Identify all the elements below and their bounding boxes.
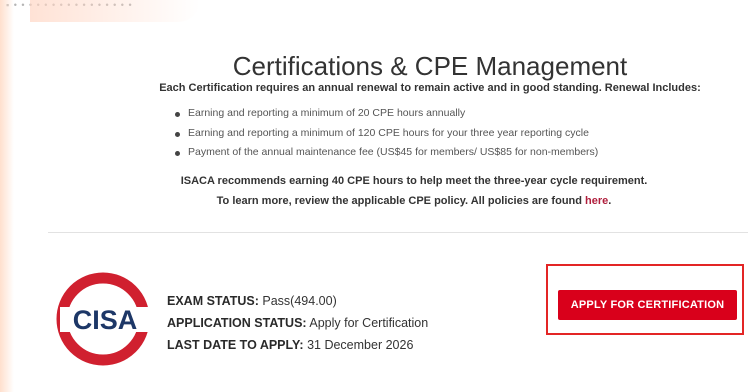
requirement-item: Payment of the annual maintenance fee (U… bbox=[175, 143, 598, 163]
last-date-value: 31 December 2026 bbox=[307, 338, 414, 352]
requirement-item: Earning and reporting a minimum of 20 CP… bbox=[175, 104, 598, 124]
cpe-recommendation: ISACA recommends earning 40 CPE hours to… bbox=[0, 171, 748, 211]
application-status-row: APPLICATION STATUS: Apply for Certificat… bbox=[167, 312, 428, 334]
bullet-dot-icon bbox=[175, 151, 180, 156]
bullet-dot-icon bbox=[175, 131, 180, 137]
bullet-dot-icon bbox=[175, 112, 180, 117]
top-decorative-swoosh bbox=[30, 0, 200, 22]
last-date-row: LAST DATE TO APPLY: 31 December 2026 bbox=[167, 334, 428, 356]
renewal-requirements-list: Earning and reporting a minimum of 20 CP… bbox=[175, 104, 598, 163]
apply-for-certification-button[interactable]: APPLY FOR CERTIFICATION bbox=[558, 290, 737, 320]
application-status-value: Apply for Certification bbox=[309, 316, 429, 330]
application-status-label: APPLICATION STATUS: bbox=[167, 316, 307, 330]
policy-line: To learn more, review the applicable CPE… bbox=[0, 191, 748, 211]
recommendation-line: ISACA recommends earning 40 CPE hours to… bbox=[180, 175, 648, 187]
page-title: Certifications & CPE Management bbox=[232, 51, 628, 82]
requirement-item: Earning and reporting a minimum of 120 C… bbox=[175, 124, 598, 144]
certification-status: EXAM STATUS: Pass(494.00) APPLICATION ST… bbox=[167, 290, 428, 356]
policy-line-text: To learn more, review the applicable CPE… bbox=[216, 195, 586, 207]
exam-status-row: EXAM STATUS: Pass(494.00) bbox=[167, 290, 428, 312]
policies-here-link[interactable]: here bbox=[585, 195, 608, 207]
cisa-logo: CISA bbox=[56, 272, 150, 366]
last-date-label: LAST DATE TO APPLY: bbox=[167, 338, 304, 352]
requirement-text: Earning and reporting a minimum of 120 C… bbox=[188, 126, 589, 139]
exam-status-label: EXAM STATUS: bbox=[167, 294, 259, 308]
cisa-logo-text: CISA bbox=[73, 305, 138, 335]
policy-line-period: . bbox=[608, 195, 612, 207]
section-divider bbox=[48, 232, 748, 233]
renewal-subtitle: Each Certification requires an annual re… bbox=[159, 82, 701, 94]
exam-status-value: Pass(494.00) bbox=[262, 294, 337, 308]
requirement-text: Earning and reporting a minimum of 20 CP… bbox=[188, 107, 466, 119]
requirement-text: Payment of the annual maintenance fee (U… bbox=[188, 146, 599, 158]
